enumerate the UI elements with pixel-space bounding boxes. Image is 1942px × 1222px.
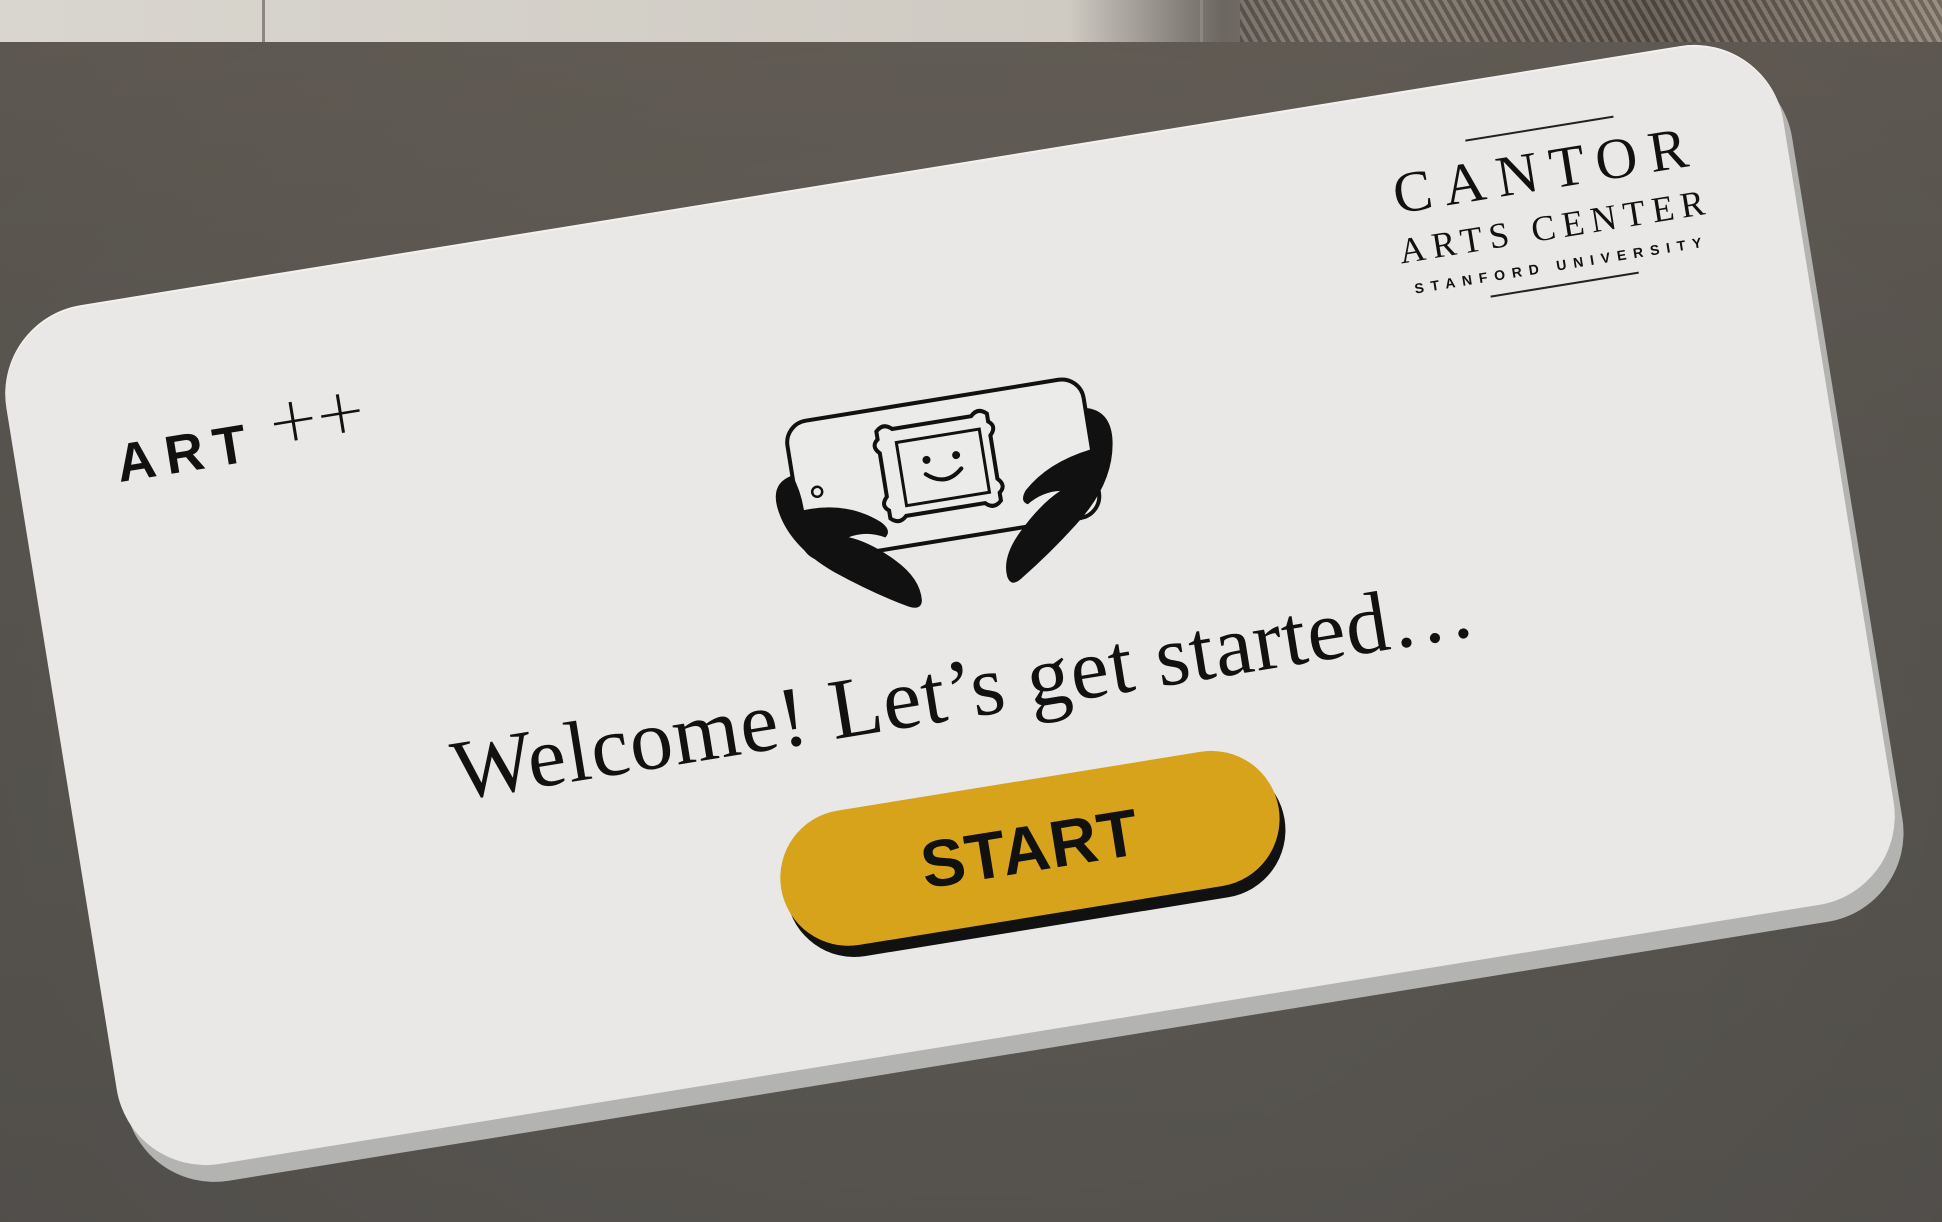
- background-post: [1200, 0, 1203, 42]
- cantor-arts-center-logo: CANTOR ARTS CENTER STANFORD UNIVERSITY: [1371, 100, 1732, 312]
- art-logo-word: ART: [112, 412, 261, 495]
- background-photo-strip: [0, 0, 1942, 42]
- art-logo-plus: ++: [261, 371, 368, 460]
- background-texture: [1240, 0, 1942, 42]
- hands-holding-phone-icon: [775, 377, 1113, 608]
- start-button[interactable]: START: [770, 740, 1290, 956]
- art-plus-plus-logo: ART ++: [108, 372, 369, 495]
- start-button-label: START: [915, 794, 1145, 903]
- background-post: [262, 0, 265, 42]
